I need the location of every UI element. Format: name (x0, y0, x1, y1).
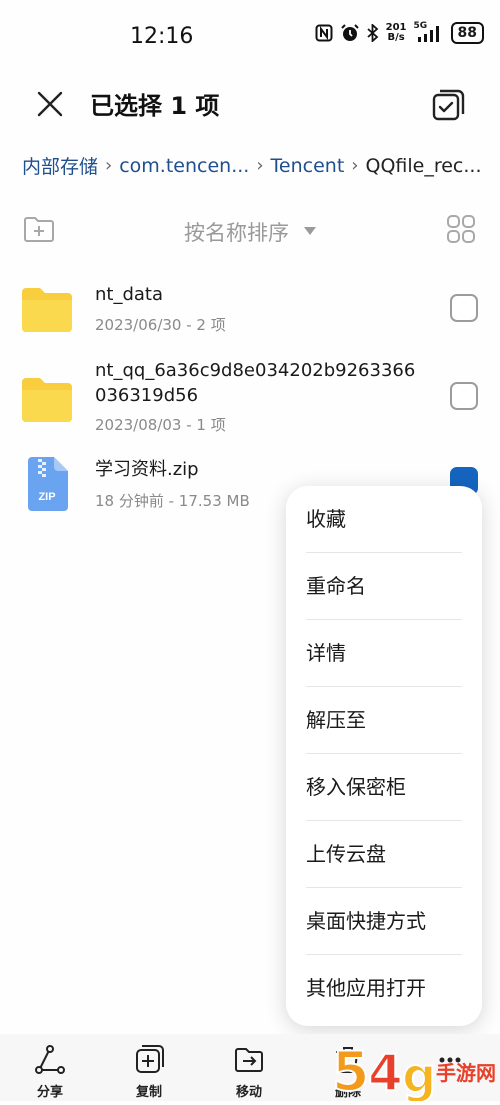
folder-icon (22, 378, 72, 422)
menu-item-favorite[interactable]: 收藏 (306, 486, 462, 552)
svg-text:g: g (402, 1048, 436, 1101)
dropdown-arrow-icon[interactable] (304, 227, 316, 235)
selection-toolbar: 已选择 1 项 (0, 72, 500, 134)
more-options-menu: 收藏 重命名 详情 解压至 移入保密柜 上传云盘 桌面快捷方式 其他应用打开 (286, 486, 482, 1026)
file-meta: 18 分钟前 - 17.53 MB (95, 492, 250, 510)
copy-icon (136, 1045, 164, 1073)
watermark-logo-icon: 5 4 g 手游网 (331, 1039, 496, 1105)
netspeed-unit: B/s (387, 32, 405, 43)
network-type: 5G (413, 21, 428, 31)
menu-item-details[interactable]: 详情 (306, 620, 462, 686)
copy-label: 复制 (135, 1085, 162, 1100)
copy-button[interactable]: 复制 (119, 1034, 179, 1101)
share-label: 分享 (36, 1085, 63, 1100)
alarm-icon (340, 23, 360, 43)
file-meta: 2023/06/30 - 2 项 (95, 316, 226, 334)
file-name: nt_data (95, 284, 164, 305)
watermark-text: 手游网 (436, 1061, 496, 1085)
breadcrumb-item-qqfile[interactable]: QQfile_rec... (365, 155, 481, 177)
menu-item-rename[interactable]: 重命名 (306, 553, 462, 619)
sort-by-name-label[interactable]: 按名称排序 (184, 217, 289, 247)
share-icon (35, 1045, 65, 1074)
signal-icon: 5G (413, 21, 444, 43)
select-all-button[interactable] (430, 86, 468, 124)
page-title: 已选择 1 项 (90, 92, 220, 120)
svg-text:4: 4 (368, 1044, 403, 1101)
menu-item-extract-to[interactable]: 解压至 (306, 687, 462, 753)
move-folder-icon (235, 1048, 263, 1072)
zip-label: ZIP (38, 491, 55, 503)
breadcrumb: 内部存储 › com.tencen... › Tencent › QQfile_… (22, 152, 481, 179)
network-speed: 201 B/s (386, 23, 407, 43)
close-icon (37, 91, 63, 117)
chevron-right-icon: › (105, 155, 113, 176)
menu-item-desktop-shortcut[interactable]: 桌面快捷方式 (306, 888, 462, 954)
menu-item-upload-cloud[interactable]: 上传云盘 (306, 821, 462, 887)
new-folder-icon (24, 217, 54, 242)
select-checkbox[interactable] (450, 382, 478, 410)
move-label: 移动 (235, 1085, 262, 1100)
share-button[interactable]: 分享 (20, 1034, 80, 1101)
watermark-logo: 5 4 g 手游网 (330, 1039, 500, 1105)
move-button[interactable]: 移动 (219, 1034, 279, 1101)
nfc-icon (315, 24, 333, 42)
status-time: 12:16 (130, 24, 194, 49)
breadcrumb-item-internal-storage[interactable]: 内部存储 (22, 152, 98, 179)
status-icons: 201 B/s 5G 88 (315, 21, 484, 44)
list-item-nt-qq-folder[interactable]: nt_qq_6a36c9d8e034202b9263366036319d56 2… (0, 356, 500, 440)
select-all-icon (432, 89, 465, 121)
list-item-nt-data[interactable]: nt_data 2023/06/30 - 2 项 (0, 278, 500, 348)
bluetooth-icon (367, 24, 379, 42)
battery-indicator: 88 (450, 22, 484, 44)
status-bar: 12:16 201 B/s 5G 88 (0, 0, 500, 72)
select-checkbox[interactable] (450, 294, 478, 322)
menu-item-move-to-safe[interactable]: 移入保密柜 (306, 754, 462, 820)
menu-item-open-with[interactable]: 其他应用打开 (306, 955, 462, 1021)
zip-file-icon: ZIP (28, 457, 68, 511)
folder-icon (22, 288, 72, 332)
file-name: nt_qq_6a36c9d8e034202b9263366036319d56 (95, 360, 416, 406)
grid-view-icon (447, 215, 475, 243)
breadcrumb-item-com-tencent[interactable]: com.tencen... (119, 155, 249, 177)
sort-toolbar: 按名称排序 (0, 206, 500, 254)
new-folder-button[interactable] (22, 214, 56, 244)
file-meta: 2023/08/03 - 1 项 (95, 416, 226, 434)
grid-view-button[interactable] (446, 214, 476, 244)
breadcrumb-item-tencent[interactable]: Tencent (271, 155, 345, 177)
file-name: 学习资料.zip (95, 459, 199, 480)
chevron-right-icon: › (256, 155, 264, 176)
svg-text:5: 5 (332, 1040, 370, 1101)
chevron-right-icon: › (351, 155, 359, 176)
close-selection-button[interactable] (32, 86, 68, 122)
